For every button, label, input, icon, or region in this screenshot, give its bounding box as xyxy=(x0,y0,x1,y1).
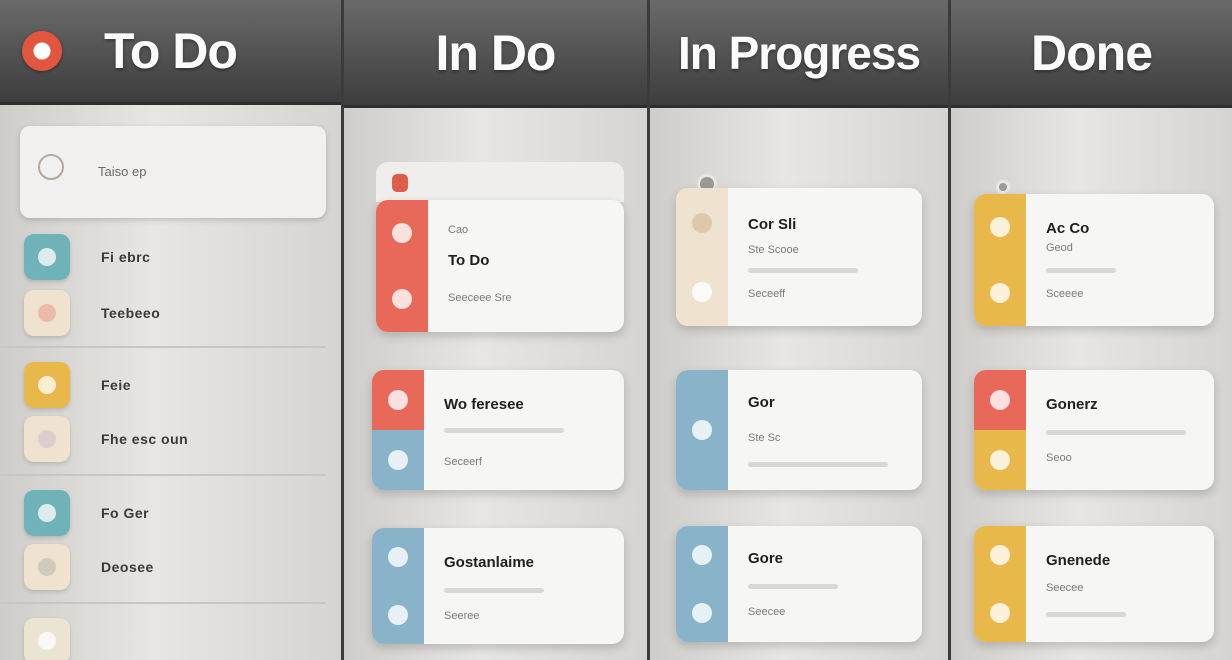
column-title: In Progress xyxy=(677,26,921,79)
task-icon xyxy=(24,234,70,280)
pin-icon xyxy=(996,180,1010,194)
card-subtitle: Seeree xyxy=(444,610,480,622)
task-card[interactable]: Gonerz Seoo xyxy=(974,370,1214,490)
task-group[interactable]: Fo Ger Deosee xyxy=(0,476,326,604)
card-color-strip xyxy=(376,200,428,332)
task-card[interactable]: Gore Seecee xyxy=(676,526,922,642)
task-icon xyxy=(24,416,70,462)
task-label: Deosee xyxy=(101,559,154,575)
card-title: Gonerz xyxy=(1046,396,1098,413)
placeholder-line xyxy=(748,268,858,273)
card-subtitle: Seeceee Sre xyxy=(448,292,512,304)
column-to-do: To Do Taiso ep Fi ebrc Teebeeo Feie Fhe … xyxy=(0,0,344,660)
task-card[interactable]: Gostanlaime Seeree xyxy=(372,528,624,644)
column-header: To Do xyxy=(0,0,341,105)
task-group[interactable]: Fi ebrc Teebeeo xyxy=(0,222,326,348)
card-meta: Ste Scooe xyxy=(748,244,799,256)
card-subtitle: Seceeff xyxy=(748,288,786,300)
task-icon xyxy=(24,490,70,536)
task-label: Fi ebrc xyxy=(101,249,151,265)
app-logo-icon[interactable] xyxy=(22,31,62,71)
card-color-strip xyxy=(974,370,1026,490)
task-icon xyxy=(24,362,70,408)
task-card[interactable]: Wo feresee Seceerf xyxy=(372,370,624,490)
column-title: Done xyxy=(1031,24,1153,81)
card-title: Gore xyxy=(748,550,784,567)
list-item[interactable]: Taiso ep xyxy=(20,126,326,218)
column-header: In Progress xyxy=(650,0,948,108)
column-title: In Do xyxy=(435,24,557,81)
task-card[interactable]: Gnenede Seecee xyxy=(974,526,1214,642)
card-tab xyxy=(376,162,624,202)
card-subtitle: Seecee xyxy=(748,606,786,618)
card-color-strip xyxy=(676,526,728,642)
placeholder-line xyxy=(444,428,564,433)
task-group[interactable]: Feie Fhe esc oun xyxy=(0,348,326,476)
task-label: Feie xyxy=(101,377,132,393)
card-color-strip xyxy=(676,188,728,326)
card-color-strip xyxy=(372,528,424,644)
clock-icon xyxy=(38,154,64,180)
task-card[interactable]: Cao To Do Seeceee Sre xyxy=(376,200,624,332)
card-subtitle: Ste Sc xyxy=(748,432,781,444)
placeholder-line xyxy=(1046,612,1126,617)
placeholder-line xyxy=(444,588,544,593)
flag-icon xyxy=(392,174,408,192)
column-title: To Do xyxy=(104,23,238,79)
column-header: In Do xyxy=(344,0,647,108)
card-title: Gnenede xyxy=(1046,552,1111,569)
placeholder-line xyxy=(1046,430,1186,435)
placeholder-line xyxy=(748,462,888,467)
card-meta: Geod xyxy=(1046,242,1073,254)
card-color-strip xyxy=(676,370,728,490)
task-label: Fo Ger xyxy=(101,505,150,521)
card-subtitle: Seceerf xyxy=(444,456,482,468)
card-title: Gor xyxy=(748,394,775,411)
card-color-strip xyxy=(974,526,1026,642)
card-color-strip xyxy=(372,370,424,490)
task-card[interactable]: Ac Co Geod Sceeee xyxy=(974,194,1214,326)
card-subtitle: Seoo xyxy=(1046,452,1072,464)
column-header: Done xyxy=(951,0,1232,108)
card-title: Wo feresee xyxy=(444,396,524,413)
card-title: Ac Co xyxy=(1046,220,1090,237)
card-subtitle: Sceeee xyxy=(1046,288,1084,300)
task-label: Fhe esc oun xyxy=(101,431,189,447)
placeholder-line xyxy=(1046,268,1116,273)
task-icon xyxy=(24,544,70,590)
task-icon xyxy=(24,290,70,336)
task-label: Teebeeo xyxy=(101,305,161,321)
card-title: To Do xyxy=(448,252,490,269)
card-subtitle: Seecee xyxy=(1046,582,1084,594)
list-item-label: Taiso ep xyxy=(98,164,147,179)
task-card[interactable]: Gor Ste Sc xyxy=(676,370,922,490)
task-card[interactable]: Cor Sli Ste Scooe Seceeff xyxy=(676,188,922,326)
card-color-strip xyxy=(974,194,1026,326)
card-title: Gostanlaime xyxy=(444,554,535,571)
card-title: Cor Sli xyxy=(748,216,797,233)
placeholder-line xyxy=(748,584,838,589)
card-meta: Cao xyxy=(448,224,469,236)
task-icon xyxy=(24,618,70,660)
